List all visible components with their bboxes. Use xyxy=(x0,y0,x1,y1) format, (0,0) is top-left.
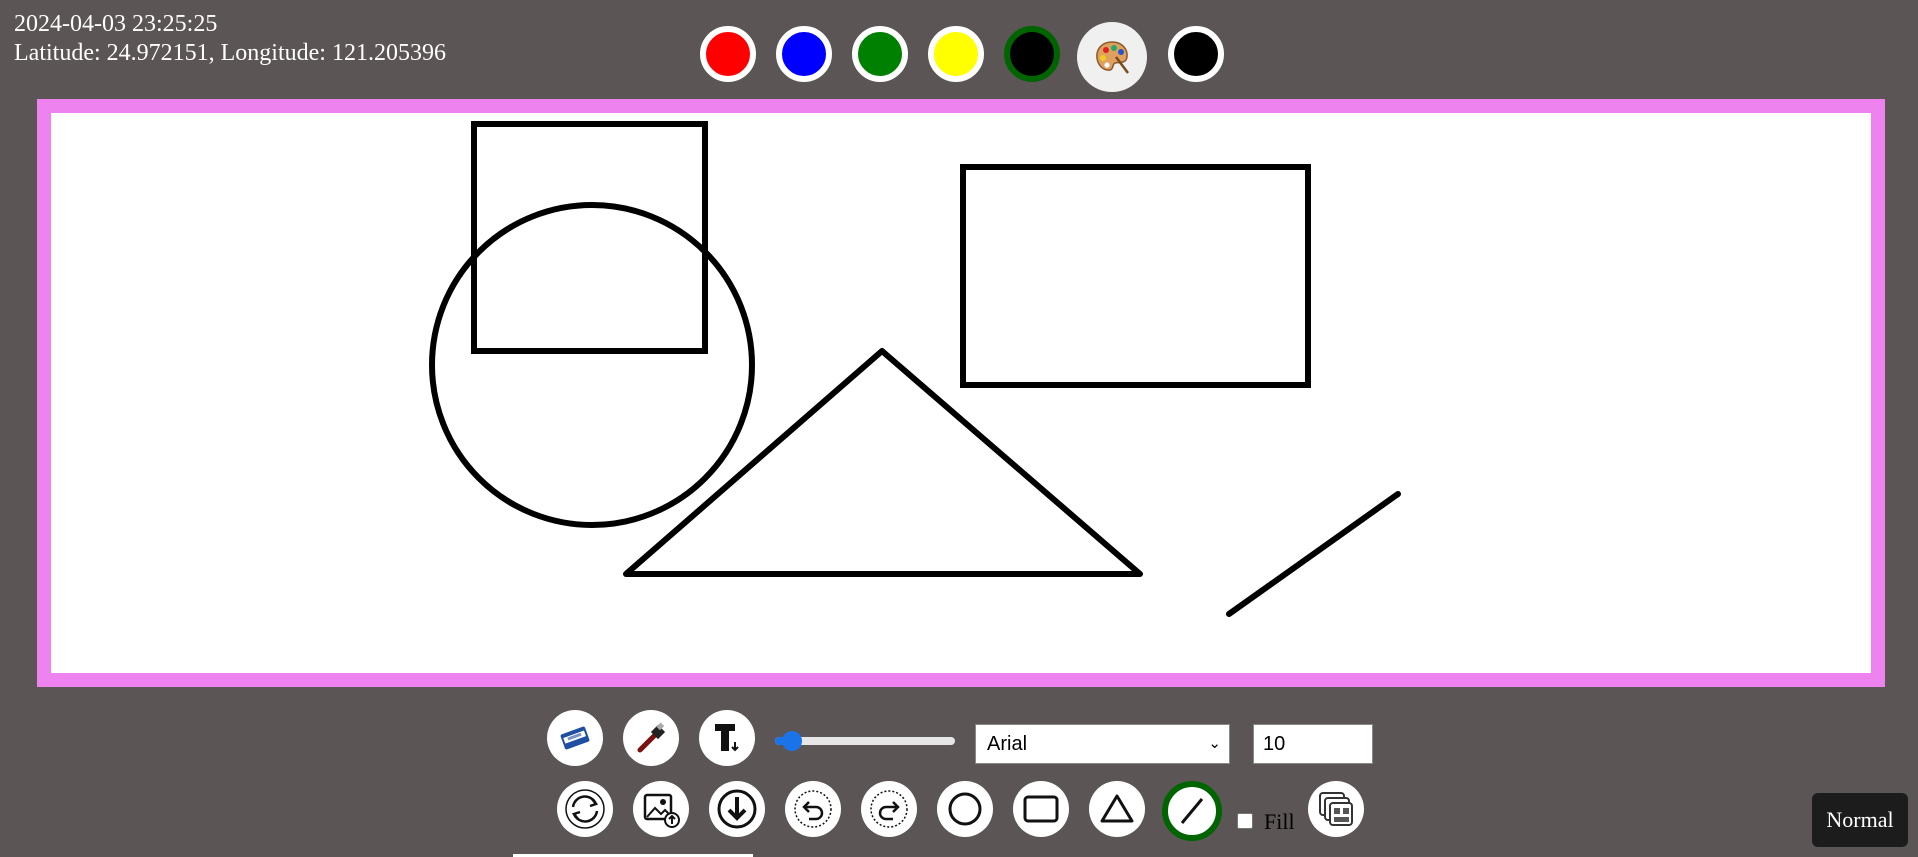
color-swatch-green[interactable] xyxy=(852,26,908,82)
undo-icon xyxy=(794,790,832,828)
mode-badge[interactable]: Normal xyxy=(1812,793,1908,847)
chevron-down-icon: ⌄ xyxy=(1208,735,1221,752)
color-palette xyxy=(0,22,1918,92)
color-swatch-black[interactable] xyxy=(1168,26,1224,82)
drawn-rectangle xyxy=(960,164,1311,388)
circle-shape-button[interactable] xyxy=(937,781,993,837)
triangle-shape-icon xyxy=(1100,794,1134,823)
rectangle-shape-icon xyxy=(1023,795,1059,823)
color-swatch-red[interactable] xyxy=(700,26,756,82)
palette-icon xyxy=(1096,41,1129,74)
drawn-line xyxy=(1226,491,1401,617)
font-size-value: 10 xyxy=(1263,733,1286,755)
brush-icon xyxy=(637,722,666,753)
drawn-circle xyxy=(429,202,755,528)
undo-button[interactable] xyxy=(785,781,841,837)
drawing-canvas[interactable] xyxy=(51,113,1871,673)
image-upload-button[interactable] xyxy=(633,781,689,837)
text-tool-button[interactable] xyxy=(699,710,755,766)
slider-track xyxy=(775,737,955,745)
font-size-input[interactable]: 10 xyxy=(1253,724,1373,764)
download-button[interactable] xyxy=(709,781,765,837)
line-shape-button[interactable] xyxy=(1162,781,1222,841)
line-shape-icon xyxy=(1180,798,1204,824)
brush-size-slider[interactable] xyxy=(775,730,955,752)
canvas-frame xyxy=(37,99,1885,687)
rectangle-shape-button[interactable] xyxy=(1013,781,1069,837)
layers-icon xyxy=(1319,792,1353,826)
fill-checkbox[interactable] xyxy=(1237,813,1253,829)
slider-thumb[interactable] xyxy=(782,731,802,751)
reset-button[interactable] xyxy=(557,781,613,837)
redo-button[interactable] xyxy=(861,781,917,837)
text-tool-icon xyxy=(715,724,739,752)
fill-label: Fill xyxy=(1264,809,1295,834)
triangle-shape-button[interactable] xyxy=(1089,781,1145,837)
eraser-button[interactable] xyxy=(547,710,603,766)
layers-button[interactable] xyxy=(1308,781,1364,837)
circle-shape-icon xyxy=(948,792,982,826)
font-family-select[interactable]: Arial ⌄ xyxy=(975,724,1230,764)
download-icon xyxy=(717,789,757,829)
eraser-icon xyxy=(560,726,590,750)
font-family-value: Arial xyxy=(987,733,1028,755)
color-swatch-black-selected[interactable] xyxy=(1004,26,1060,82)
redo-icon xyxy=(870,790,908,828)
brush-button[interactable] xyxy=(623,710,679,766)
image-upload-icon xyxy=(643,793,680,828)
drawn-square xyxy=(471,121,708,354)
reset-icon xyxy=(565,789,605,829)
color-swatch-blue[interactable] xyxy=(776,26,832,82)
color-swatch-yellow[interactable] xyxy=(928,26,984,82)
color-picker-button[interactable] xyxy=(1077,22,1147,92)
